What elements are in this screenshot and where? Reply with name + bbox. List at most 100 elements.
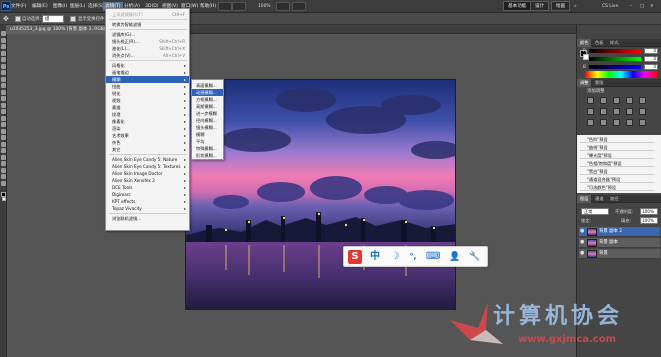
document-image[interactable] bbox=[185, 79, 456, 310]
tool-icon[interactable] bbox=[1, 180, 6, 186]
filter-menu-item[interactable]: 消失点(V)... Alt+Ctrl+V bbox=[106, 52, 189, 59]
filter-menu-item[interactable]: 扭曲 ▸ bbox=[106, 83, 189, 90]
filter-menu-item[interactable]: 滤镜库(G)... bbox=[106, 31, 189, 38]
tool-icon[interactable] bbox=[1, 50, 6, 56]
fill-input[interactable]: 100% bbox=[640, 217, 658, 224]
preset-item[interactable]: "黑白"预设 bbox=[580, 168, 654, 175]
tool-icon[interactable] bbox=[1, 89, 6, 95]
slider-r-value[interactable]: 0 bbox=[644, 48, 658, 54]
blur-submenu-item[interactable]: 高斯模糊... bbox=[192, 103, 223, 110]
preset-item[interactable]: "曝光度"预设 bbox=[580, 152, 654, 159]
visibility-eye-icon[interactable]: ● bbox=[580, 240, 585, 245]
move-tool-icon[interactable]: ✥ bbox=[3, 15, 11, 23]
tab-styles[interactable]: 样式 bbox=[607, 39, 621, 47]
settings-wrench-icon[interactable]: 🔧 bbox=[468, 250, 482, 264]
tool-icon[interactable] bbox=[1, 154, 6, 160]
sogou-logo-icon[interactable]: S bbox=[348, 250, 362, 264]
adjustment-icon[interactable] bbox=[626, 97, 633, 104]
minimize-icon[interactable]: – bbox=[630, 2, 632, 11]
filter-menu-item[interactable]: DCE Tools ▸ bbox=[106, 184, 189, 191]
filter-menu-item[interactable]: Alien Skin Eye Candy 5: Nature ▸ bbox=[106, 156, 189, 163]
blur-submenu-item[interactable]: 表面模糊... bbox=[192, 82, 223, 89]
tool-icon[interactable] bbox=[1, 102, 6, 108]
slider-b-value[interactable]: 0 bbox=[644, 64, 658, 70]
more-workspaces-icon[interactable]: » bbox=[574, 2, 577, 11]
restore-icon[interactable]: □ bbox=[640, 2, 644, 11]
layer-row[interactable]: ● 背景 bbox=[579, 249, 660, 259]
filter-menu-item[interactable]: Alien Skin Xenofex 2 ▸ bbox=[106, 177, 189, 184]
adjustment-icon[interactable] bbox=[587, 108, 594, 115]
filter-menu-item[interactable]: 镜头校正(R)... Shift+Ctrl+R bbox=[106, 38, 189, 45]
filter-menu-item[interactable]: Alien Skin Image Doctor ▸ bbox=[106, 170, 189, 177]
visibility-eye-icon[interactable]: ● bbox=[580, 251, 585, 256]
blur-submenu-item[interactable]: 特殊模糊... bbox=[192, 145, 223, 152]
blur-submenu-item[interactable]: 平均 bbox=[192, 138, 223, 145]
filter-menu-item[interactable]: 其它 ▸ bbox=[106, 146, 189, 153]
menu-item[interactable]: 图层(L) bbox=[68, 2, 87, 11]
filter-menu-item[interactable]: 素描 ▸ bbox=[106, 104, 189, 111]
color-spectrum-bar[interactable] bbox=[585, 71, 657, 78]
tool-icon[interactable] bbox=[1, 37, 6, 43]
tool-icon[interactable] bbox=[1, 128, 6, 134]
tool-icon[interactable] bbox=[1, 109, 6, 114]
menu-item[interactable]: 编辑(E) bbox=[30, 2, 50, 11]
filter-menu-item[interactable]: 液化(L)... Shift+Ctrl+X bbox=[106, 45, 189, 52]
tool-icon[interactable] bbox=[1, 63, 6, 69]
adjustment-icon[interactable] bbox=[600, 119, 607, 126]
adjustment-icon[interactable] bbox=[587, 119, 594, 126]
blur-submenu-item[interactable]: 方框模糊... bbox=[192, 96, 223, 103]
preset-item[interactable]: "可选颜色"预设 bbox=[580, 184, 654, 191]
preset-item[interactable]: "色相/饱和度"预设 bbox=[580, 160, 654, 167]
blur-submenu-item[interactable]: 动感模糊... bbox=[192, 89, 223, 96]
tool-icon[interactable] bbox=[1, 44, 6, 49]
screen-mode-icon[interactable] bbox=[292, 2, 306, 11]
adjustment-icon[interactable] bbox=[613, 108, 620, 115]
workspace-design-button[interactable]: 设计 bbox=[530, 1, 550, 11]
tool-icon[interactable] bbox=[1, 76, 6, 82]
filter-menu-item[interactable]: Digimarc ▸ bbox=[106, 191, 189, 198]
preset-item[interactable]: "通道混合器"预设 bbox=[580, 176, 654, 183]
tab-swatches[interactable]: 色板 bbox=[592, 39, 606, 47]
tool-icon[interactable] bbox=[1, 148, 6, 153]
tab-masks[interactable]: 蒙版 bbox=[592, 79, 606, 87]
user-icon[interactable]: 👤 bbox=[448, 250, 462, 264]
tab-color[interactable]: 颜色 bbox=[577, 39, 592, 47]
adjustment-icon[interactable] bbox=[639, 108, 646, 115]
zoom-level[interactable]: 100% bbox=[258, 2, 271, 11]
keyboard-icon[interactable]: ⌨ bbox=[426, 250, 440, 264]
arrange-icon[interactable] bbox=[276, 2, 290, 11]
tab-layers[interactable]: 图层 bbox=[577, 195, 592, 203]
punctuation-icon[interactable]: °, bbox=[406, 250, 420, 264]
filter-menu-item[interactable]: 锐化 ▸ bbox=[106, 90, 189, 97]
adjustment-icon[interactable] bbox=[613, 119, 620, 126]
blur-submenu-item[interactable]: 径向模糊... bbox=[192, 117, 223, 124]
close-icon[interactable]: ✕ bbox=[650, 2, 654, 11]
blend-mode-dropdown[interactable]: 正常 bbox=[581, 208, 609, 215]
slider-g[interactable] bbox=[589, 57, 641, 61]
filter-menu-item[interactable]: 渲染 ▸ bbox=[106, 125, 189, 132]
tool-icon[interactable] bbox=[1, 174, 6, 179]
filter-menu-item[interactable]: Alien Skin Eye Candy 5: Textures ▸ bbox=[106, 163, 189, 170]
tab-adjustments[interactable]: 调整 bbox=[577, 79, 592, 87]
adjustment-icon[interactable] bbox=[613, 97, 620, 104]
document-tab[interactable]: u1035253_3.jpg @ 100% (背景 副本 2, RGB/8) * bbox=[6, 25, 118, 34]
auto-select-dropdown[interactable]: 组 bbox=[42, 15, 64, 23]
layer-row[interactable]: ● 背景 副本 bbox=[579, 238, 660, 248]
layer-row[interactable]: ● 背景 副本 2 bbox=[579, 227, 660, 237]
half-width-icon[interactable]: ☽ bbox=[388, 250, 402, 264]
tool-icon[interactable] bbox=[1, 167, 6, 173]
tab-channels[interactable]: 通道 bbox=[592, 195, 606, 203]
menu-item[interactable]: 帮助(H) bbox=[198, 2, 218, 11]
tool-icon[interactable] bbox=[1, 96, 6, 101]
filter-menu-item[interactable]: 像素化 ▸ bbox=[106, 118, 189, 125]
tool-icon[interactable] bbox=[1, 141, 6, 147]
menu-item[interactable]: 文件(F) bbox=[9, 2, 28, 11]
filter-menu-item[interactable]: 画笔描边 ▸ bbox=[106, 69, 189, 76]
filter-menu-item[interactable]: 浏览联机滤镜... bbox=[106, 215, 189, 222]
blur-submenu-item[interactable]: 镜头模糊... bbox=[192, 124, 223, 131]
mini-bridge-icon[interactable] bbox=[232, 2, 246, 11]
menu-item[interactable]: 图像(I) bbox=[51, 2, 69, 11]
filter-menu-item[interactable]: 视频 ▸ bbox=[106, 97, 189, 104]
bridge-icon[interactable] bbox=[218, 2, 232, 11]
opacity-input[interactable]: 100% bbox=[640, 208, 658, 215]
